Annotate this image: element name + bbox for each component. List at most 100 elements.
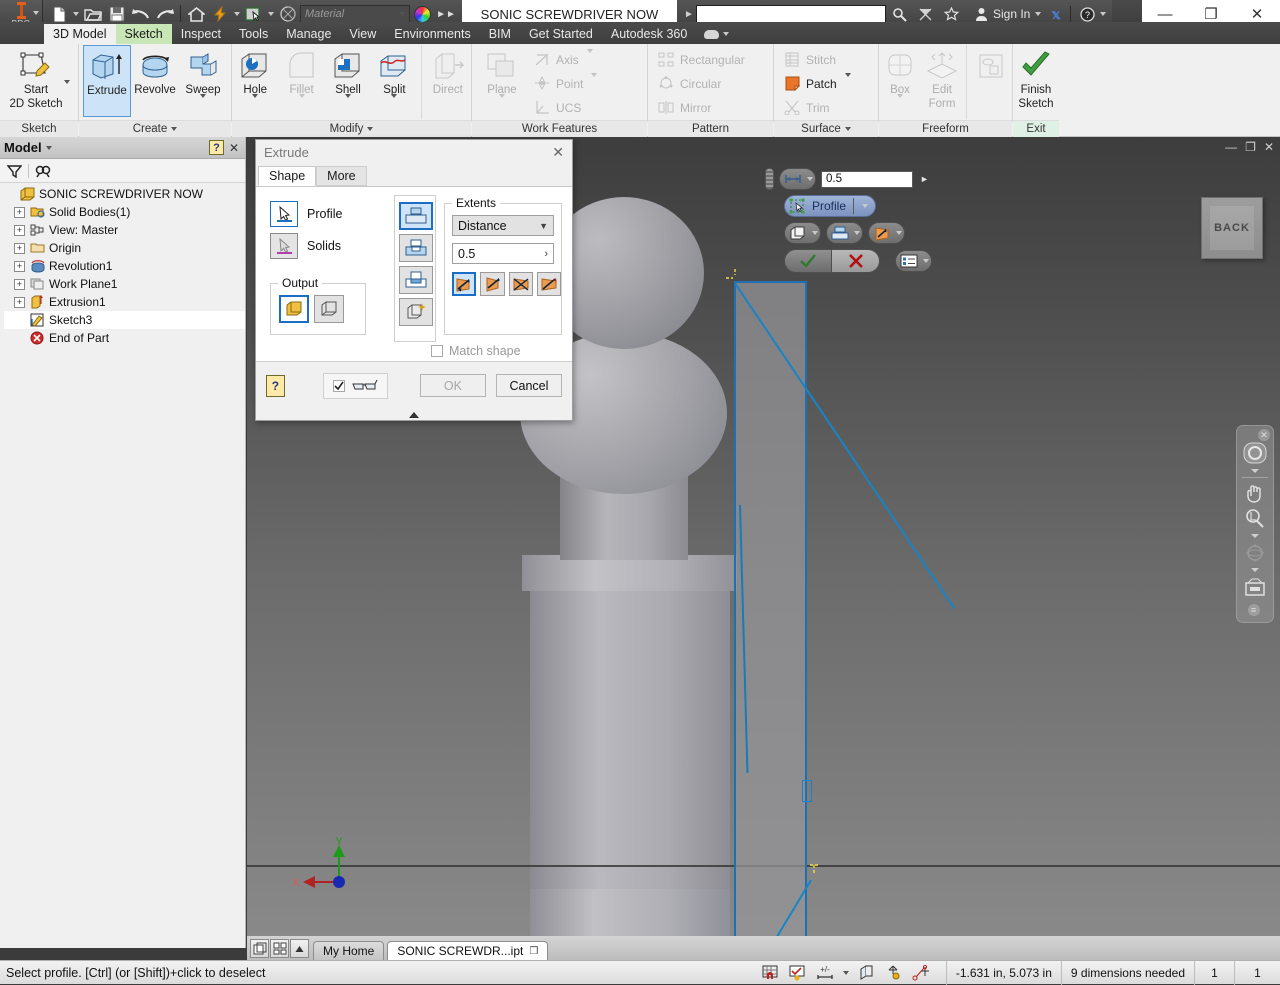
view-cube[interactable]: BACK [1201,197,1263,259]
symmetric-icon[interactable] [508,272,533,296]
solids-selector-row[interactable]: Solids [270,233,380,259]
steering-wheel-icon[interactable] [1240,441,1270,467]
mini-distance-more-icon[interactable]: ► [918,170,931,188]
extents-distance-input[interactable]: 0.5 › [452,243,554,264]
profile-select-icon[interactable] [270,201,298,227]
asymmetric-icon[interactable] [536,272,561,296]
constraint-display-icon[interactable] [789,965,807,981]
patch-caret-icon[interactable] [844,72,851,91]
tab-autodesk-360[interactable]: Autodesk 360 [602,24,696,44]
mini-operation-dropdown[interactable] [826,222,863,244]
steering-wheel-caret-icon[interactable] [1251,469,1259,473]
preview-toggle[interactable] [322,372,388,399]
mini-ok-button[interactable] [784,249,832,273]
patch-button[interactable]: Patch [780,72,854,95]
tab-bim[interactable]: BIM [480,24,520,44]
extrude-dialog-expand-handle[interactable] [256,409,572,420]
material-selector[interactable]: Material [300,4,410,24]
solids-select-icon[interactable] [270,233,298,259]
tab-view[interactable]: View [340,24,385,44]
viewport-minimize-button[interactable]: — [1225,140,1237,154]
expander-icon[interactable]: + [14,296,25,308]
relax-drag-icon[interactable] [912,964,930,981]
help-caret-icon[interactable] [1099,12,1106,16]
preview-checkbox[interactable] [332,379,345,392]
tab-inspect[interactable]: Inspect [172,24,230,44]
sign-in-caret-icon[interactable] [1035,12,1042,16]
browser-title-caret-icon[interactable] [45,145,52,150]
browser-close-icon[interactable]: ✕ [227,141,241,155]
create-group-dialog-launcher-icon[interactable] [171,127,178,131]
hole-caret-icon[interactable] [252,93,259,110]
tree-node-view-master[interactable]: + View: Master [4,221,245,239]
orbit-icon[interactable] [1240,540,1270,566]
mini-output-dropdown[interactable] [784,222,821,244]
browser-help-badge[interactable]: ? [209,140,224,155]
navbar-close-icon[interactable]: ✕ [1258,429,1270,441]
snap-grid-icon[interactable] [762,965,780,981]
tree-node-end-of-part[interactable]: End of Part [4,329,245,347]
tab-tools[interactable]: Tools [230,24,277,44]
coincident-constraint-icon[interactable] [802,780,812,802]
mini-output-caret-icon[interactable] [812,231,818,235]
direction-1-icon[interactable] [452,272,477,296]
viewport-restore-button[interactable]: ❐ [1245,140,1256,154]
mini-direction-dropdown[interactable] [868,222,905,244]
document-tab-my-home[interactable]: My Home [313,941,385,960]
tab-get-started[interactable]: Get Started [520,24,602,44]
mini-distance-input[interactable]: 0.5 [821,170,913,188]
tab-environments[interactable]: Environments [385,24,479,44]
expander-icon[interactable]: + [14,242,25,254]
tab-manage[interactable]: Manage [277,24,340,44]
revolve-button[interactable]: Revolve [131,45,179,117]
extrude-profile-rectangle[interactable] [734,281,807,948]
cloud-status-button[interactable] [696,24,737,44]
document-tab-active[interactable]: SONIC SCREWDR...ipt ❒ [387,941,549,960]
solid-output-icon[interactable] [279,295,309,323]
distance-caret-icon[interactable] [807,177,813,181]
tree-node-origin[interactable]: + Origin [4,239,245,257]
tree-node-extrusion1[interactable]: + Extrusion1 [4,293,245,311]
tree-node-solid-bodies[interactable]: + Solid Bodies(1) [4,203,245,221]
split-caret-icon[interactable] [391,93,398,110]
mini-options-dropdown[interactable] [895,250,932,272]
arrange-windows-icon[interactable] [270,939,289,958]
expander-icon[interactable]: + [14,278,25,290]
filter-icon[interactable] [7,164,22,178]
app-menu-caret-icon[interactable] [33,11,39,15]
cancel-button[interactable]: Cancel [495,374,562,397]
close-icon[interactable]: ❒ [529,946,538,957]
distance-options-icon[interactable]: › [544,248,548,260]
expander-icon[interactable]: + [14,206,25,218]
help-icon[interactable]: ? [266,374,285,397]
drag-point-icon[interactable] [885,965,903,981]
zoom-caret-icon[interactable] [1251,534,1259,538]
match-shape-row[interactable]: Match shape [431,344,521,358]
orbit-caret-icon[interactable] [1251,568,1259,572]
match-shape-checkbox[interactable] [431,345,443,357]
mini-direction-caret-icon[interactable] [896,231,902,235]
exchange-apps-icon[interactable]: 𝕩 [1051,6,1060,23]
new-solid-icon[interactable] [399,298,433,326]
scroll-up-icon[interactable] [290,939,309,958]
expander-icon[interactable]: + [14,224,25,236]
start-2d-sketch-button[interactable]: Start 2D Sketch [8,45,64,117]
intersect-icon[interactable] [399,266,433,294]
mini-toolbar-drag-grip[interactable] [765,168,774,190]
tab-more[interactable]: More [316,166,367,186]
material-caret-icon[interactable] [399,12,405,16]
surface-group-dialog-launcher-icon[interactable] [844,127,851,131]
tile-windows-icon[interactable] [250,939,269,958]
search-input[interactable] [696,5,886,23]
finish-sketch-button[interactable]: Finish Sketch [1013,45,1059,117]
hole-button[interactable]: Hole [232,45,278,117]
extrude-button[interactable]: Extrude [83,45,131,117]
extrude-dialog-title-bar[interactable]: Extrude ✕ [256,140,572,165]
mini-profile-caret-icon[interactable] [862,204,869,208]
zoom-icon[interactable] [1240,506,1270,532]
navbar-options-icon[interactable]: ≡ [1247,604,1260,616]
tree-node-part[interactable]: SONIC SCREWDRIVER NOW [4,185,245,203]
shell-caret-icon[interactable] [345,93,352,110]
sweep-button[interactable]: Sweep [179,45,227,117]
mini-profile-selector[interactable]: Profile [784,195,877,217]
